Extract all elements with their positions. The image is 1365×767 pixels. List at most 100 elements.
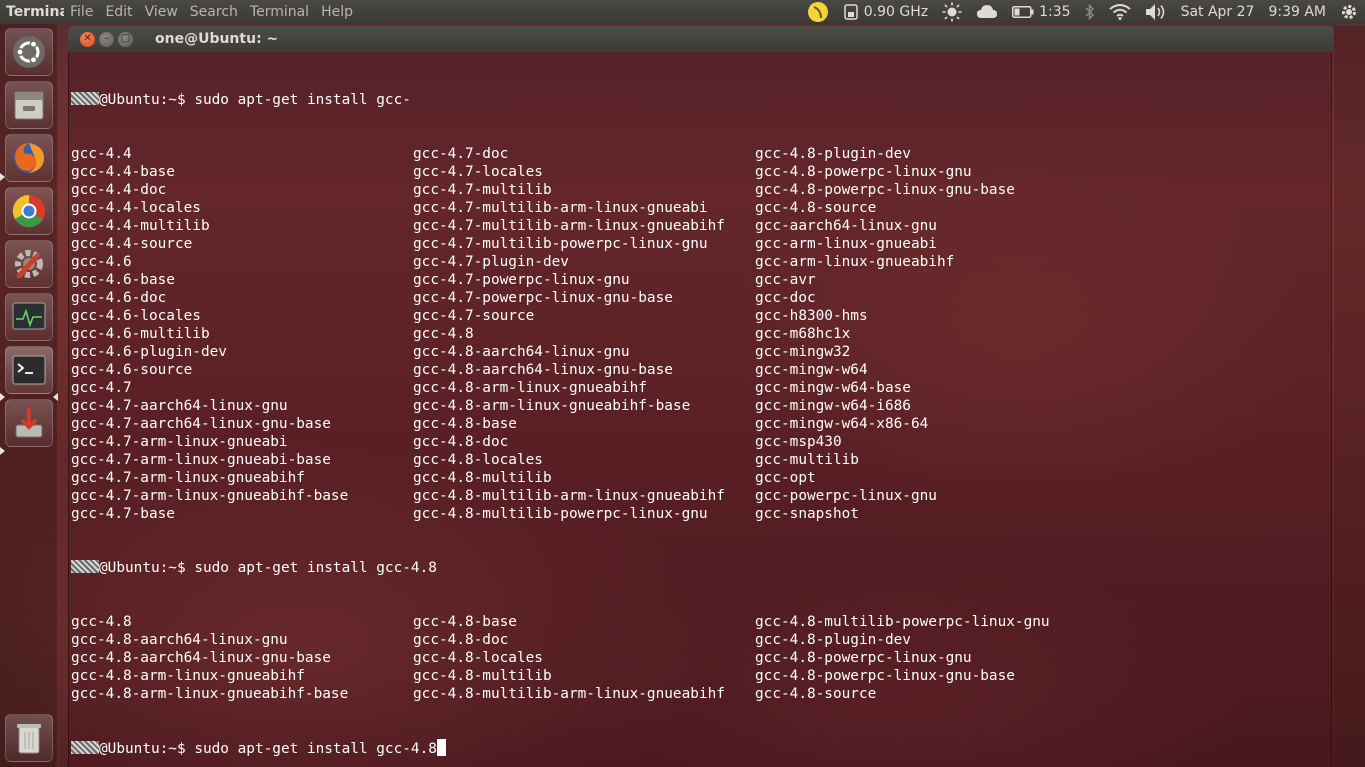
terminal-text-area[interactable]: @Ubuntu:~$ sudo apt-get install gcc- gcc…	[71, 55, 1050, 767]
menu-view[interactable]: View	[139, 4, 184, 20]
package-name: gcc-4.8	[413, 326, 474, 342]
date-indicator[interactable]: Sat Apr 27	[1174, 4, 1262, 20]
completion-row: gcc-4.4-locales gcc-4.7-multilib-arm-linu…	[71, 199, 876, 217]
package-name: gcc-4.4-locales	[71, 200, 201, 216]
package-name: gcc-4.7-multilib-powerpc-linux-gnu	[413, 236, 708, 252]
completion-row: gcc-4.7-arm-linux-gnueabi-base gcc-4.8-lo…	[71, 451, 859, 469]
package-name: gcc-h8300-hms	[755, 308, 868, 324]
package-name: gcc-4.7-arm-linux-gnueabi-base	[71, 452, 331, 468]
command: sudo apt-get install gcc-	[194, 92, 411, 108]
cpu-frequency: 0.90 GHz	[863, 4, 929, 20]
launcher-firefox[interactable]	[5, 134, 53, 182]
completion-row: gcc-4.6-doc gcc-4.7-powerpc-linux-gnu-bas…	[71, 289, 816, 307]
launcher-dash[interactable]	[5, 28, 53, 76]
completion-row: gcc-4.7-base gcc-4.8-multilib-powerpc-lin…	[71, 505, 859, 523]
bluetooth-indicator[interactable]	[1078, 3, 1102, 21]
weather-indicator[interactable]	[935, 2, 969, 22]
package-name: gcc-4.6-multilib	[71, 326, 210, 342]
launcher-chrome[interactable]	[5, 187, 53, 235]
package-name: gcc-4.7-multilib-arm-linux-gnueabi	[413, 200, 708, 216]
prompt: @Ubuntu:~$	[99, 741, 195, 757]
command: sudo apt-get install gcc-4.8	[194, 560, 437, 576]
menu-file[interactable]: File	[64, 4, 99, 20]
cpufreq-indicator[interactable]: 0.90 GHz	[836, 3, 935, 21]
package-name: gcc-4.8-locales	[413, 452, 543, 468]
banana-icon	[807, 2, 828, 22]
completion-list: gcc-4.8 gcc-4.8-base gcc-4.8-multilib-powe…	[71, 613, 1050, 703]
menu-edit[interactable]: Edit	[99, 4, 138, 20]
completion-row: gcc-4.6 gcc-4.7-plugin-dev gcc-arm-linux-g…	[71, 253, 954, 271]
package-name: gcc-4.8-aarch64-linux-gnu-base	[71, 650, 331, 666]
completion-row: gcc-4.6-multilib gcc-4.8 gcc-m68hc1x	[71, 325, 850, 343]
completion-row: gcc-4.8 gcc-4.8-base gcc-4.8-multilib-powe…	[71, 613, 1050, 631]
maximize-button[interactable]: □	[118, 31, 133, 47]
package-name: gcc-4.8-arm-linux-gnueabihf-base	[413, 398, 691, 414]
launcher-system-monitor[interactable]	[5, 293, 53, 341]
close-icon: ✕	[83, 33, 92, 44]
launcher-update-manager[interactable]	[5, 399, 53, 447]
package-name: gcc-4.8-plugin-dev	[755, 146, 911, 162]
clock-indicator[interactable]: 9:39 AM	[1261, 4, 1333, 20]
package-name: gcc-4.7-aarch64-linux-gnu	[71, 398, 288, 414]
menu-search[interactable]: Search	[184, 4, 244, 20]
package-name: gcc-4.7-multilib-arm-linux-gnueabihf	[413, 218, 725, 234]
package-name: gcc-4.7-arm-linux-gnueabihf-base	[71, 488, 349, 504]
masked-username	[71, 741, 99, 754]
package-name: gcc-4.8-aarch64-linux-gnu-base	[413, 362, 673, 378]
network-indicator[interactable]	[1102, 4, 1138, 20]
launcher-system-settings[interactable]	[5, 240, 53, 288]
session-indicator[interactable]	[1333, 3, 1365, 21]
launcher-files[interactable]	[5, 81, 53, 129]
banana-indicator[interactable]	[800, 1, 836, 23]
completion-row: gcc-4.4 gcc-4.7-doc gcc-4.8-plugin-dev	[71, 145, 911, 163]
package-name: gcc-4.7-source	[413, 308, 535, 324]
package-name: gcc-4.8-multilib-powerpc-linux-gnu	[755, 614, 1050, 630]
file-cabinet-icon	[14, 91, 44, 120]
package-name: gcc-4.8-arm-linux-gnueabihf	[71, 668, 305, 684]
menu-terminal[interactable]: Terminal	[244, 4, 315, 20]
terminal-icon	[12, 355, 46, 385]
masked-username	[71, 92, 99, 105]
prompt-line-current: @Ubuntu:~$ sudo apt-get install gcc-4.8	[71, 739, 446, 757]
window-title-bar[interactable]: ✕ – □ one@Ubuntu: ~	[68, 26, 1334, 52]
package-name: gcc-avr	[755, 272, 816, 288]
package-name: gcc-4.8-source	[755, 200, 877, 216]
launcher-terminal[interactable]	[5, 346, 53, 394]
battery-indicator[interactable]: 1:35	[1005, 4, 1077, 20]
completion-row: gcc-4.4-source gcc-4.7-multilib-powerpc-l…	[71, 235, 937, 253]
package-name: gcc-doc	[755, 290, 816, 306]
terminal-window: ✕ – □ one@Ubuntu: ~ @Ubuntu:~$ sudo apt-…	[68, 26, 1334, 767]
launcher-trash[interactable]	[5, 714, 53, 762]
menu-help[interactable]: Help	[315, 4, 359, 20]
bluetooth-icon	[1085, 3, 1094, 21]
window-title: one@Ubuntu: ~	[155, 31, 279, 47]
terminal-output[interactable]: @Ubuntu:~$ sudo apt-get install gcc- gcc…	[68, 52, 1332, 767]
completion-row: gcc-4.4-base gcc-4.7-locales gcc-4.8-power…	[71, 163, 972, 181]
prompt: @Ubuntu:~$	[99, 560, 195, 576]
close-button[interactable]: ✕	[80, 31, 95, 47]
package-name: gcc-4.6-doc	[71, 290, 167, 306]
package-name: gcc-mingw32	[755, 344, 851, 360]
package-name: gcc-4.8-locales	[413, 650, 543, 666]
package-name: gcc-4.8-doc	[413, 434, 509, 450]
command-input[interactable]: sudo apt-get install gcc-4.8	[194, 741, 437, 757]
running-pip	[0, 393, 5, 401]
completion-list: gcc-4.4 gcc-4.7-doc gcc-4.8-plugin-dev gcc-…	[71, 145, 1015, 523]
completion-row: gcc-4.7 gcc-4.8-arm-linux-gnueabihf gcc-mi…	[71, 379, 911, 397]
package-name: gcc-4.6-base	[71, 272, 175, 288]
completion-row: gcc-4.8-aarch64-linux-gnu gcc-4.8-doc gcc-…	[71, 631, 911, 649]
completion-row: gcc-4.8-arm-linux-gnueabihf gcc-4.8-multi…	[71, 667, 1015, 685]
package-name: gcc-4.8-arm-linux-gnueabihf-base	[71, 686, 349, 702]
package-name: gcc-4.7-aarch64-linux-gnu-base	[71, 416, 331, 432]
package-name: gcc-4.8-multilib-arm-linux-gnueabihf	[413, 488, 725, 504]
package-name: gcc-4.8-multilib	[413, 668, 552, 684]
sound-indicator[interactable]	[1138, 3, 1174, 21]
minimize-button[interactable]: –	[99, 31, 114, 47]
package-name: gcc-4.8-plugin-dev	[755, 632, 911, 648]
speaker-volume-icon	[1145, 4, 1164, 20]
battery-time: 1:35	[1039, 4, 1071, 20]
completion-row: gcc-4.6-plugin-dev gcc-4.8-aarch64-linux-…	[71, 343, 850, 361]
package-name: gcc-4.8-powerpc-linux-gnu	[755, 164, 972, 180]
cloud-indicator[interactable]	[969, 4, 1005, 20]
package-name: gcc-4.6	[71, 254, 132, 270]
